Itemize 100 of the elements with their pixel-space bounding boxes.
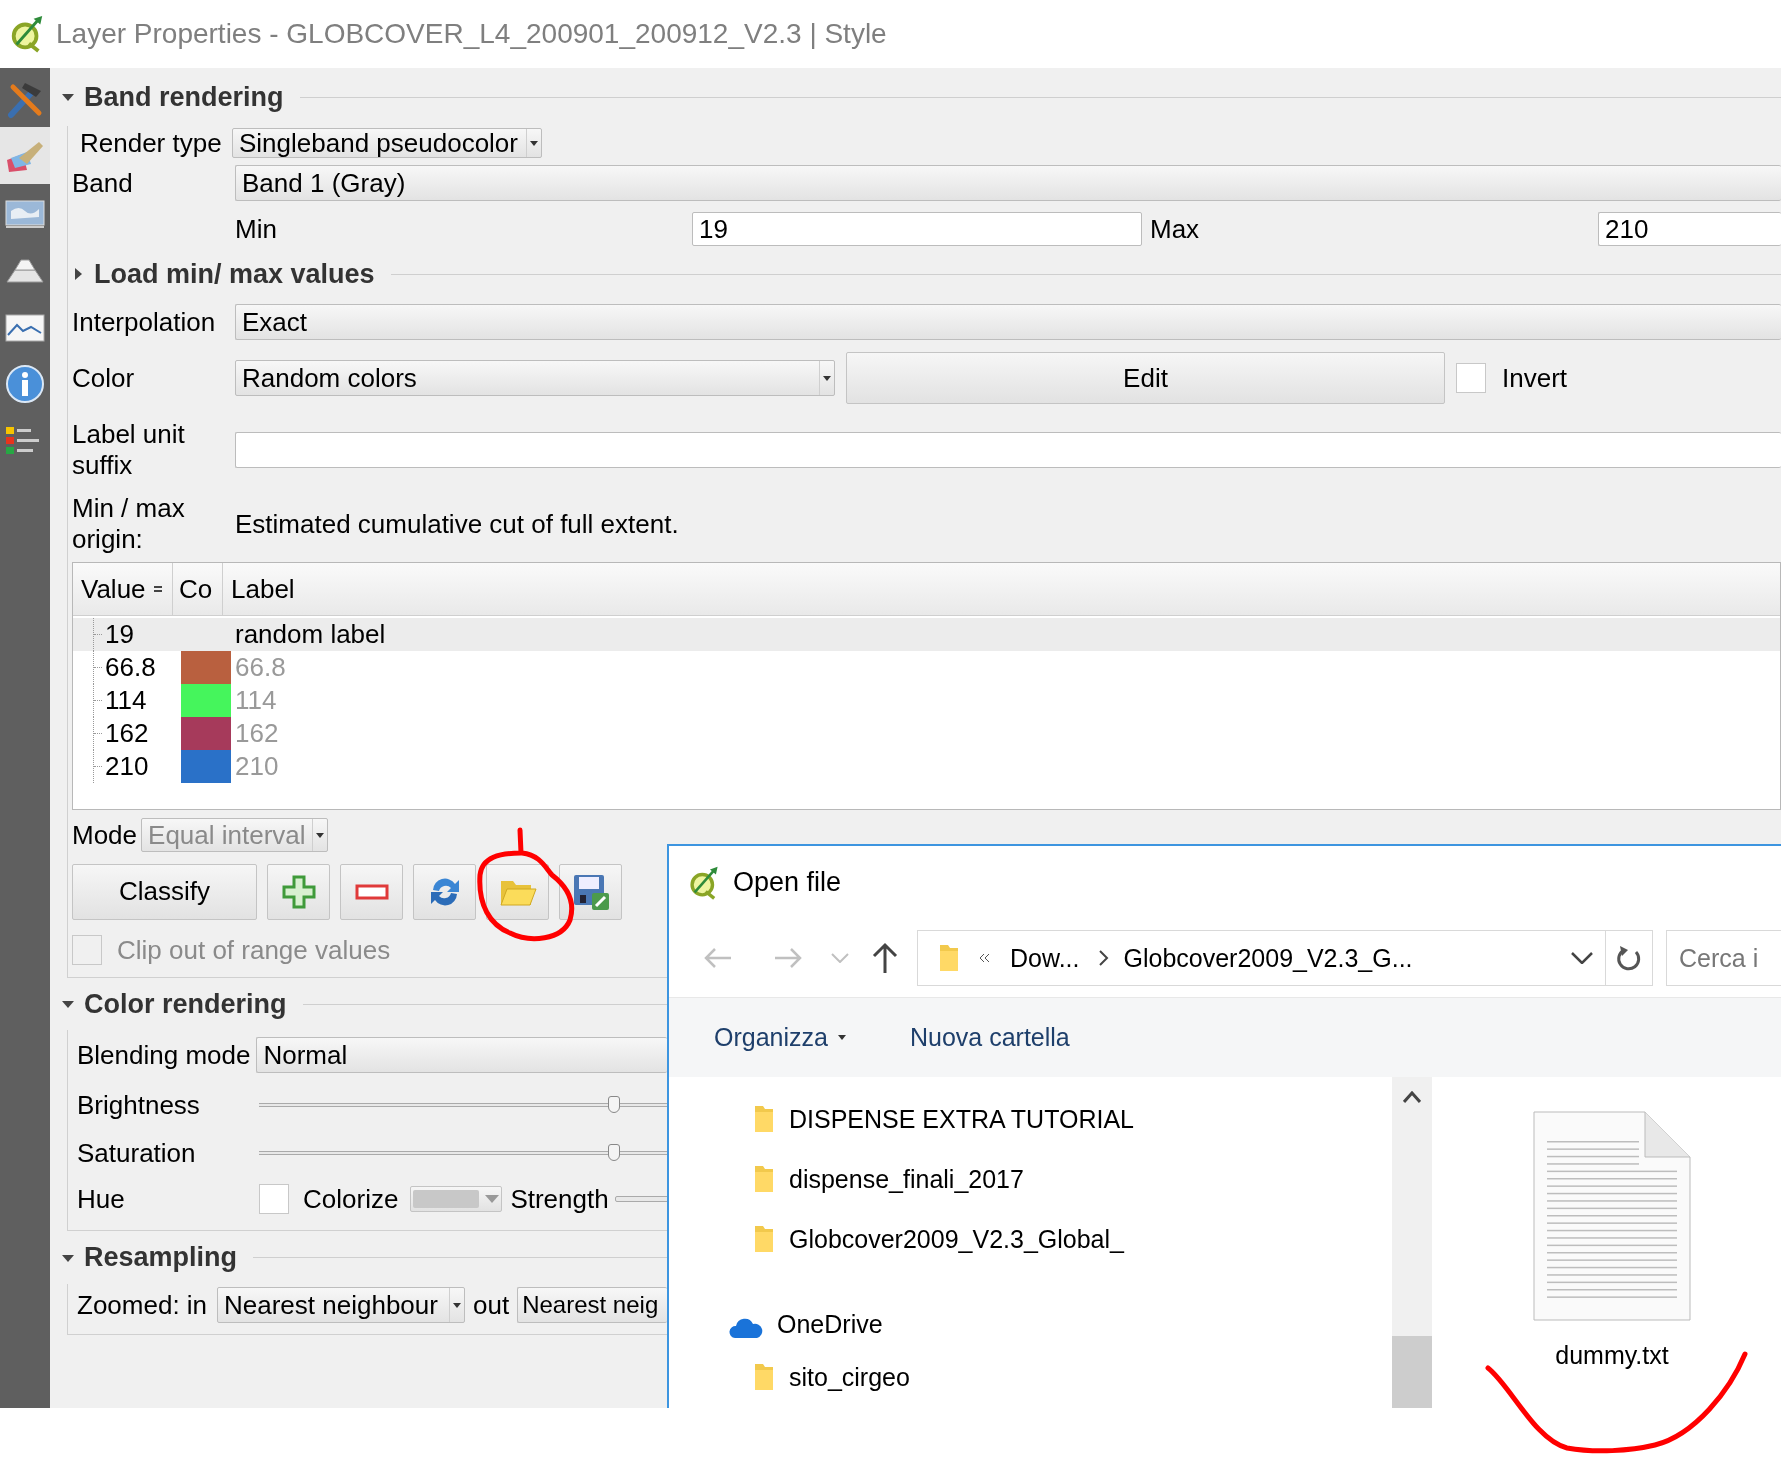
field-label: Band bbox=[72, 167, 134, 199]
floppy-disk-icon bbox=[571, 872, 610, 911]
add-button[interactable] bbox=[267, 863, 330, 920]
table-cell-text: 114 bbox=[234, 685, 277, 716]
disclosure-arrow-icon[interactable] bbox=[62, 91, 74, 103]
color-swatch[interactable] bbox=[181, 651, 231, 684]
refresh-icon bbox=[1616, 944, 1642, 972]
tree-item[interactable]: OneDrive bbox=[669, 1269, 1392, 1347]
dropdown-arrow-icon bbox=[823, 375, 831, 381]
color-swatch[interactable] bbox=[181, 717, 231, 750]
table-cell-text: 210 bbox=[234, 751, 279, 782]
table-cell-text: 66.8 bbox=[234, 652, 286, 683]
field-label: Max bbox=[1149, 213, 1201, 245]
disclosure-arrow-icon[interactable] bbox=[72, 268, 84, 280]
section-title: Color rendering bbox=[84, 988, 287, 1020]
column-header[interactable]: Label bbox=[223, 563, 1780, 615]
disclosure-arrow-icon[interactable] bbox=[62, 998, 74, 1010]
organize-menu[interactable]: Organizza bbox=[714, 1023, 846, 1052]
field-label: Color bbox=[72, 362, 136, 394]
refresh-button[interactable] bbox=[1606, 930, 1653, 986]
table-cell-text: 210 bbox=[105, 751, 150, 782]
new-folder-button[interactable]: Nuova cartella bbox=[909, 1023, 1070, 1052]
folder-icon bbox=[753, 1164, 775, 1194]
dropdown-arrow-icon bbox=[453, 1302, 461, 1308]
table-cell-text: 19 bbox=[105, 619, 135, 650]
chevron-right-icon[interactable] bbox=[1099, 950, 1110, 966]
field-label: Saturation bbox=[77, 1137, 197, 1169]
table-row[interactable]: 162 162 bbox=[73, 717, 1780, 750]
edit-button[interactable]: Edit bbox=[846, 352, 1445, 404]
scroll-up-icon[interactable] bbox=[1403, 1091, 1421, 1103]
max-field[interactable]: 210 bbox=[1598, 212, 1781, 246]
color-swatch[interactable] bbox=[181, 684, 231, 717]
color-ramp-dropdown[interactable]: Random colors bbox=[235, 360, 835, 396]
section-title: Resampling bbox=[84, 1242, 238, 1273]
field-label: Brightness bbox=[77, 1089, 201, 1121]
dropdown-arrow-icon bbox=[316, 832, 325, 838]
checkbox-label: Clip out of range values bbox=[117, 934, 391, 966]
slider-thumb[interactable] bbox=[608, 1096, 620, 1113]
min-field[interactable]: 19 bbox=[692, 212, 1142, 246]
window-title: Layer Properties - GLOBCOVER_L4_200901_200912_V2.3 | Style bbox=[56, 18, 887, 50]
remove-button[interactable] bbox=[340, 863, 403, 920]
table-row[interactable]: 19 random label bbox=[73, 618, 1780, 651]
address-bar[interactable]: Dow... Globcover2009_V2.3_G... bbox=[917, 930, 1606, 986]
interpolation-dropdown[interactable]: Exact bbox=[235, 304, 1781, 340]
dialog-title: Open file bbox=[733, 867, 842, 898]
checkbox-label: Colorize bbox=[303, 1183, 399, 1215]
tree-item[interactable]: DISPENSE EXTRA TUTORIAL bbox=[669, 1089, 1392, 1149]
invert-checkbox[interactable] bbox=[1456, 363, 1486, 393]
plus-icon bbox=[281, 874, 316, 909]
field-label: Render type bbox=[79, 127, 223, 159]
checkbox-label: Invert bbox=[1502, 362, 1568, 394]
color-picker-button[interactable] bbox=[410, 1186, 503, 1212]
cloud-icon bbox=[729, 1317, 763, 1339]
colorize-checkbox[interactable] bbox=[259, 1184, 289, 1214]
column-header[interactable]: Value bbox=[73, 563, 173, 615]
column-header[interactable]: Co bbox=[173, 563, 223, 615]
field-label: Blending mode bbox=[77, 1039, 251, 1071]
chevron-down-icon[interactable] bbox=[1571, 952, 1593, 964]
caret-icon bbox=[837, 1035, 846, 1040]
folder-icon bbox=[938, 943, 960, 973]
zoomed-out-dropdown[interactable]: Nearest neig bbox=[517, 1287, 667, 1323]
table-row[interactable]: 210 210 bbox=[73, 750, 1780, 783]
search-field[interactable]: Cerca i bbox=[1666, 930, 1781, 986]
classify-button[interactable]: Classify bbox=[72, 863, 257, 920]
table-row[interactable]: 114 114 bbox=[73, 684, 1780, 717]
table-cell-text: 66.8 bbox=[105, 652, 157, 683]
band-dropdown[interactable]: Band 1 (Gray) bbox=[235, 165, 1781, 201]
table-cell-text: 162 bbox=[234, 718, 279, 749]
field-label: Zoomed: in bbox=[77, 1289, 209, 1321]
folder-icon bbox=[753, 1362, 775, 1392]
breadcrumb-item[interactable]: Globcover2009_V2.3_G... bbox=[1123, 943, 1413, 973]
slider-thumb[interactable] bbox=[608, 1144, 620, 1161]
breadcrumb-item[interactable]: Dow... bbox=[1010, 943, 1080, 973]
scrollbar-thumb[interactable] bbox=[1392, 1336, 1432, 1408]
open-folder-button[interactable] bbox=[486, 863, 549, 920]
blending-mode-dropdown[interactable]: Normal bbox=[256, 1037, 667, 1073]
field-label: Mode bbox=[72, 819, 138, 851]
field-label: Strength bbox=[510, 1183, 609, 1215]
file-name[interactable]: dummy.txt bbox=[1555, 1341, 1669, 1370]
zoomed-in-dropdown[interactable]: Nearest neighbour bbox=[217, 1287, 465, 1323]
dropdown-arrow-icon bbox=[485, 1195, 500, 1203]
table-cell-text: 162 bbox=[105, 718, 150, 749]
tree-item[interactable]: sito_cirgeo bbox=[669, 1347, 1392, 1407]
sort-icon bbox=[153, 585, 162, 593]
field-label: out bbox=[473, 1289, 510, 1321]
render-type-dropdown[interactable]: Singleband pseudocolor bbox=[232, 128, 542, 158]
table-row[interactable]: 66.8 66.8 bbox=[73, 651, 1780, 684]
save-button[interactable] bbox=[559, 863, 622, 920]
section-title: Band rendering bbox=[84, 81, 284, 113]
tree-item[interactable]: dispense_finali_2017 bbox=[669, 1149, 1392, 1209]
minus-icon bbox=[354, 883, 389, 900]
tree-item[interactable]: Globcover2009_V2.3_Global_ bbox=[669, 1209, 1392, 1269]
label-suffix-field[interactable] bbox=[235, 432, 1781, 468]
double-chevron-icon[interactable] bbox=[980, 954, 990, 962]
color-swatch[interactable] bbox=[181, 750, 231, 783]
up-arrow-icon[interactable] bbox=[871, 942, 899, 974]
sidebar-tab[interactable] bbox=[0, 127, 50, 184]
refresh-button[interactable] bbox=[413, 863, 476, 920]
table-cell-text: 114 bbox=[105, 685, 148, 716]
info-text: Estimated cumulative cut of full extent. bbox=[235, 508, 679, 540]
